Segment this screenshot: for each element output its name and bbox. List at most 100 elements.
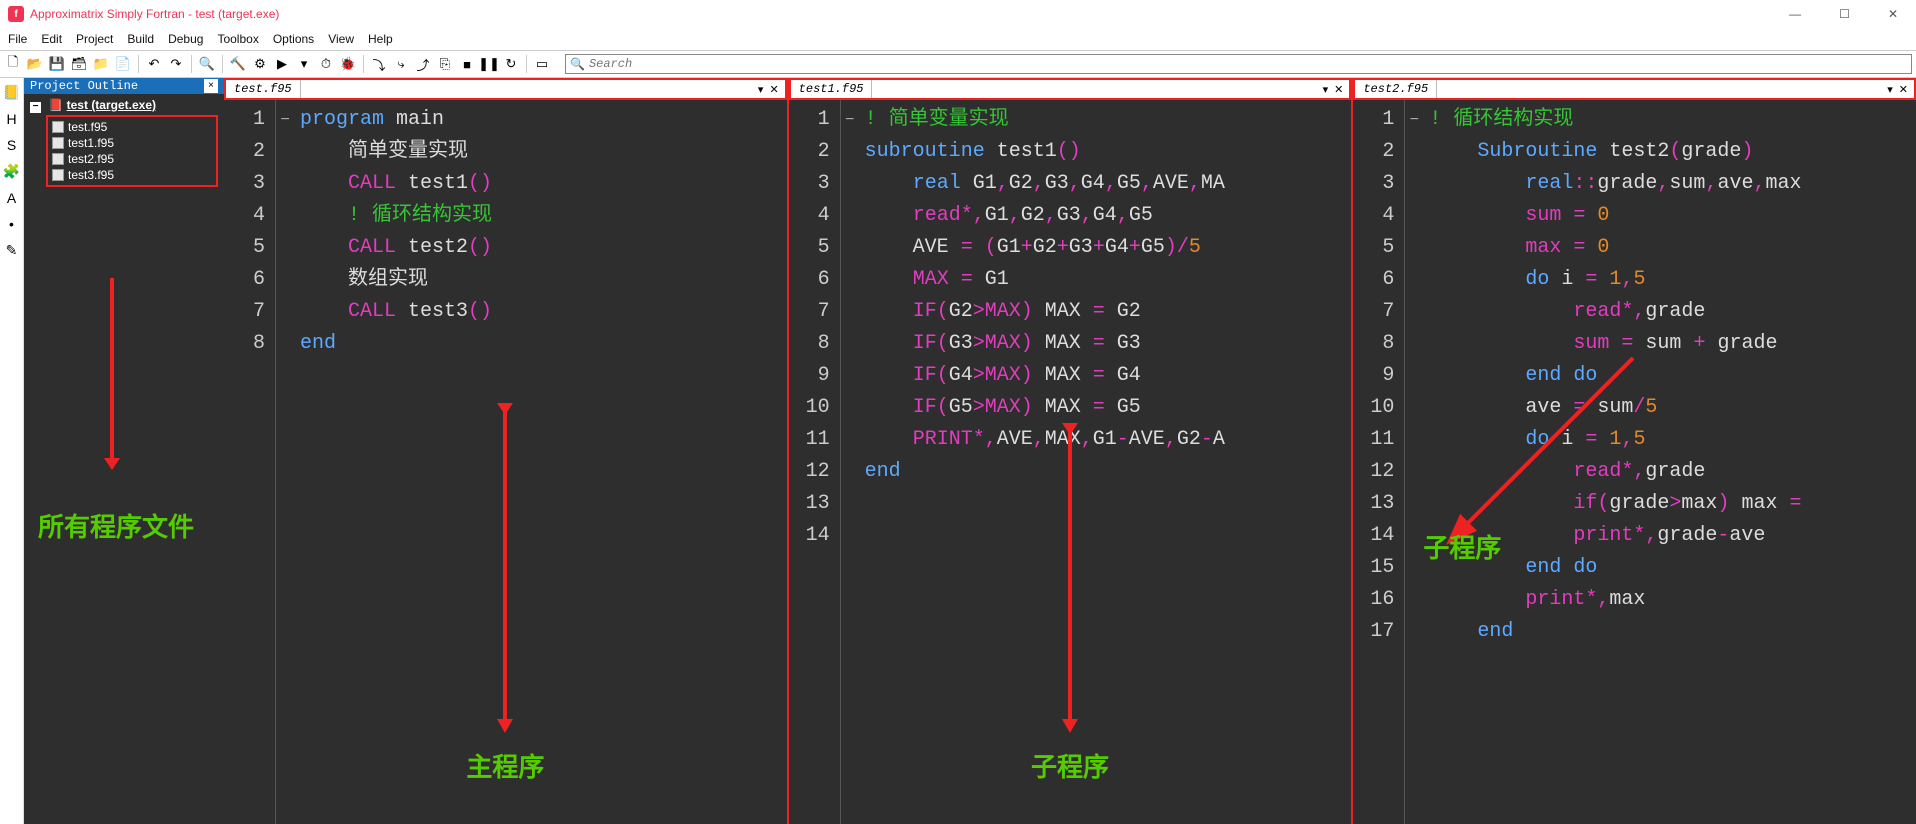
menu-project[interactable]: Project <box>76 32 113 46</box>
code-area[interactable]: 1234567891011121314−! 简单变量实现subroutine t… <box>789 100 1352 824</box>
pause-icon[interactable]: ❚❚ <box>480 55 498 73</box>
line-gutter: 1234567891011121314 <box>789 100 841 824</box>
file-tab[interactable]: test2.f95 <box>1355 80 1437 98</box>
bullet-icon[interactable]: • <box>9 216 14 232</box>
outline-file[interactable]: test2.f95 <box>52 151 212 167</box>
code-area[interactable]: 12345678−program main 简单变量实现 CALL test1(… <box>224 100 787 824</box>
maximize-button[interactable]: ☐ <box>1829 3 1860 25</box>
tab-close-icon[interactable]: ✕ <box>1899 83 1908 96</box>
annotation-label: 子程序 <box>1423 528 1501 565</box>
menu-edit[interactable]: Edit <box>41 32 62 46</box>
tab-dropdown-icon[interactable]: ▾ <box>758 83 764 96</box>
annotation-arrow <box>110 278 114 468</box>
puzzle-icon[interactable]: 🧩 <box>3 163 20 180</box>
sub-icon[interactable]: S <box>7 137 16 153</box>
tab-dropdown-icon[interactable]: ▾ <box>1323 83 1329 96</box>
restart-icon[interactable]: ↻ <box>502 55 520 73</box>
file-icon <box>52 169 64 181</box>
save-all-icon[interactable]: 🗃 <box>70 55 88 73</box>
left-rail: 📒 HS 🧩 A • ✎ <box>0 78 24 824</box>
step-over-icon[interactable]: ⤵ <box>370 55 388 73</box>
code-text[interactable]: ! 简单变量实现subroutine test1() real G1,G2,G3… <box>859 100 1352 824</box>
save-icon[interactable]: 💾 <box>48 55 66 73</box>
minimize-button[interactable]: — <box>1779 3 1811 25</box>
search-icon[interactable]: 🔍 <box>198 55 216 73</box>
outline-root-label: test (target.exe) <box>67 98 156 112</box>
fold-column: − <box>1405 100 1423 824</box>
run-dropdown-icon[interactable]: ▾ <box>295 55 313 73</box>
menu-build[interactable]: Build <box>127 32 154 46</box>
file-tab[interactable]: test.f95 <box>226 80 301 98</box>
editor-pane: test.f95 ▾ ✕ 12345678−program main 简单变量实现 C… <box>224 78 787 824</box>
stop-icon[interactable]: ■ <box>458 55 476 73</box>
tab-dropdown-icon[interactable]: ▾ <box>1887 83 1893 96</box>
wizard-icon[interactable]: 📄 <box>114 55 132 73</box>
outline-file[interactable]: test3.f95 <box>52 167 212 183</box>
line-gutter: 1234567891011121314151617 <box>1353 100 1405 824</box>
redo-icon[interactable]: ↷ <box>167 55 185 73</box>
outline-title: Project Outline <box>30 79 138 93</box>
project-outline-panel: Project Outline × − 📕 test (target.exe) … <box>24 78 224 824</box>
step-into-icon[interactable]: ⤷ <box>392 55 410 73</box>
search-input[interactable] <box>589 57 1907 71</box>
book-icon: 📕 <box>48 98 63 112</box>
undo-icon[interactable]: ↶ <box>145 55 163 73</box>
menu-debug[interactable]: Debug <box>168 32 203 46</box>
outline-file-label: test3.f95 <box>68 168 114 182</box>
gear-icon[interactable]: ⚙ <box>251 55 269 73</box>
pencil-icon[interactable]: ✎ <box>6 242 18 259</box>
menu-view[interactable]: View <box>328 32 354 46</box>
code-text[interactable]: program main 简单变量实现 CALL test1() ! 循环结构实… <box>294 100 787 824</box>
tab-close-icon[interactable]: ✕ <box>1334 83 1343 96</box>
collapse-icon[interactable]: − <box>30 102 41 113</box>
folder-gear-icon[interactable]: 📁 <box>92 55 110 73</box>
menu-toolbox[interactable]: Toolbox <box>217 32 258 46</box>
annotation-label: 所有程序文件 <box>38 507 194 544</box>
open-icon[interactable]: 📂 <box>26 55 44 73</box>
editor-pane: test2.f95 ▾ ✕ 1234567891011121314151617−! 循… <box>1351 78 1916 824</box>
outline-file-label: test.f95 <box>68 120 107 134</box>
separator <box>222 55 223 73</box>
fold-column: − <box>276 100 294 824</box>
search-box[interactable]: 🔍 <box>565 54 1912 74</box>
outline-root[interactable]: − 📕 test (target.exe) <box>30 98 218 113</box>
separator <box>191 55 192 73</box>
file-icon <box>52 137 64 149</box>
book-icon[interactable]: 📒 <box>3 84 20 101</box>
window-title: Approximatrix Simply Fortran - test (tar… <box>30 7 279 21</box>
step-out-icon[interactable]: ⤴ <box>414 55 432 73</box>
file-icon <box>52 121 64 133</box>
fold-column: − <box>841 100 859 824</box>
outline-file[interactable]: test.f95 <box>52 119 212 135</box>
tabstrip: test1.f95 ▾ ✕ <box>789 78 1352 100</box>
run-icon[interactable]: ▶ <box>273 55 291 73</box>
hf-icon[interactable]: H <box>6 111 16 127</box>
outline-close-icon[interactable]: × <box>204 79 218 93</box>
clock-icon[interactable]: ⏱ <box>317 55 335 73</box>
file-tab[interactable]: test1.f95 <box>791 80 873 98</box>
menu-file[interactable]: File <box>8 32 27 46</box>
tab-close-icon[interactable]: ✕ <box>769 83 778 96</box>
menubar: File Edit Project Build Debug Toolbox Options V… <box>0 28 1916 50</box>
line-gutter: 12345678 <box>224 100 276 824</box>
code-text[interactable]: ! 循环结构实现 Subroutine test2(grade) real::g… <box>1423 100 1916 824</box>
new-file-icon[interactable]: 🗋 <box>4 55 22 73</box>
separator <box>363 55 364 73</box>
titlebar: f Approximatrix Simply Fortran - test (t… <box>0 0 1916 28</box>
hammer-icon[interactable]: 🔨 <box>229 55 247 73</box>
menu-help[interactable]: Help <box>368 32 393 46</box>
abc-icon[interactable]: A <box>7 190 16 206</box>
outline-file[interactable]: test1.f95 <box>52 135 212 151</box>
menu-options[interactable]: Options <box>273 32 314 46</box>
close-button[interactable]: ✕ <box>1878 3 1908 25</box>
separator <box>138 55 139 73</box>
separator <box>526 55 527 73</box>
code-area[interactable]: 1234567891011121314151617−! 循环结构实现 Subro… <box>1353 100 1916 824</box>
term-icon[interactable]: ▭ <box>533 55 551 73</box>
bug-icon[interactable]: 🐞 <box>339 55 357 73</box>
file-icon <box>52 153 64 165</box>
cursor-icon[interactable]: ⎘ <box>436 55 454 73</box>
outline-file-label: test1.f95 <box>68 136 114 150</box>
toolbar: 🗋📂💾🗃📁📄 ↶↷ 🔍 🔨⚙▶▾⏱🐞 ⤵⤷⤴⎘■❚❚↻ ▭ 🔍 <box>0 50 1916 78</box>
editor-pane: test1.f95 ▾ ✕ 1234567891011121314−! 简单变量实现s… <box>787 78 1352 824</box>
